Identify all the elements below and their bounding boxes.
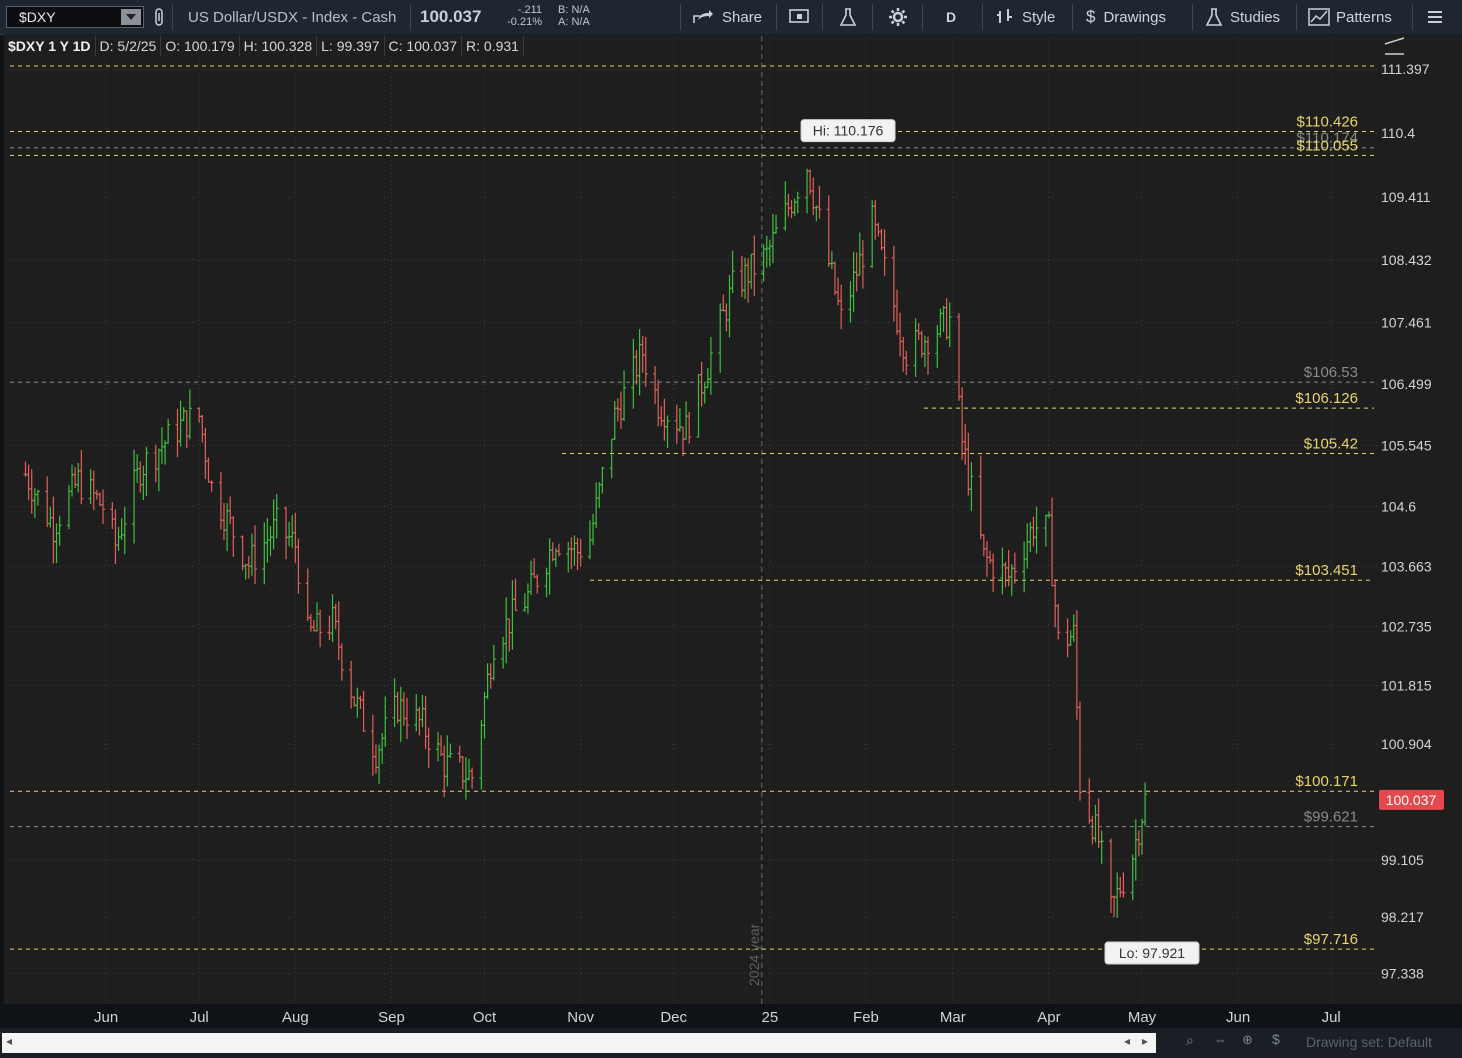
x-tick-label: Mar <box>940 1009 966 1026</box>
link-icon[interactable] <box>152 0 166 34</box>
flask-icon <box>839 8 857 26</box>
info-close: C: 100.037 <box>384 36 463 56</box>
symbol-text: $DXY <box>19 9 56 25</box>
pan-icon[interactable]: ⇔ <box>1214 1032 1227 1047</box>
x-tick-label: Jun <box>1226 1009 1250 1026</box>
zoom-icon[interactable]: ⌕ <box>1186 1032 1194 1049</box>
style-button[interactable]: Style <box>996 0 1055 34</box>
time-scrollbar[interactable] <box>2 1033 1156 1053</box>
info-high: H: 100.328 <box>239 36 318 56</box>
scroll-right-icon[interactable]: ▸ <box>1142 1034 1148 1048</box>
symbol-input[interactable]: $DXY <box>6 6 144 28</box>
ask-value: A: N/A <box>558 16 590 28</box>
chart-area[interactable] <box>4 34 1378 1004</box>
studies-label: Studies <box>1230 8 1281 26</box>
net-change-percent: -0.21% <box>507 16 542 28</box>
patterns-label: Patterns <box>1336 8 1392 26</box>
chart-info-bar: $DXY 1 Y 1D D: 5/2/25 O: 100.179 H: 100.… <box>4 35 524 57</box>
x-tick-label: Jun <box>94 1009 118 1026</box>
grid-layout-button[interactable] <box>788 0 810 34</box>
x-tick-label: Oct <box>473 1009 497 1026</box>
x-tick-label: Dec <box>660 1009 687 1026</box>
share-label: Share <box>722 8 763 26</box>
style-label: Style <box>1022 8 1056 26</box>
flask-icon <box>1205 8 1223 26</box>
drawing-set-label: Drawing set: Default <box>1306 1034 1433 1050</box>
top-toolbar: $DXY US Dollar/USDX - Index - Cash 100.0… <box>0 0 1462 35</box>
x-tick-label: Apr <box>1037 1009 1060 1026</box>
drawings-button[interactable]: $ Drawings <box>1086 0 1166 34</box>
scroll-left-icon[interactable]: ◂ <box>6 1034 12 1048</box>
patterns-button[interactable]: Patterns <box>1308 0 1392 34</box>
x-tick-label: 25 <box>761 1009 778 1026</box>
flask-button[interactable] <box>838 0 858 34</box>
x-tick-label: Nov <box>567 1009 594 1026</box>
drawing-tool-icon[interactable] <box>1382 36 1408 58</box>
share-button[interactable]: Share <box>692 0 762 34</box>
gear-icon <box>889 8 907 26</box>
symbol-description: US Dollar/USDX - Index - Cash <box>188 8 397 26</box>
x-tick-label: May <box>1128 1009 1157 1026</box>
crosshair-icon[interactable]: ⊕ <box>1242 1032 1253 1048</box>
drawings-label: Drawings <box>1103 8 1166 26</box>
info-range: R: 0.931 <box>462 36 524 56</box>
x-tick-label: Jul <box>190 1009 209 1026</box>
settings-button[interactable] <box>888 0 908 34</box>
dollar-icon: $ <box>1086 7 1096 26</box>
info-open: O: 100.179 <box>161 36 240 56</box>
info-date: D: 5/2/25 <box>95 36 162 56</box>
bid-value: B: N/A <box>558 4 590 16</box>
share-icon <box>693 10 713 23</box>
menu-icon <box>1428 11 1442 23</box>
last-price: 100.037 <box>420 7 482 26</box>
x-tick-label: Aug <box>282 1009 309 1026</box>
x-tick-label: Jul <box>1322 1009 1341 1026</box>
studies-button[interactable]: Studies <box>1204 0 1280 34</box>
dollar-icon[interactable]: $ <box>1272 1031 1280 1047</box>
info-low: L: 99.397 <box>317 36 385 56</box>
style-icon <box>997 9 1012 23</box>
patterns-icon <box>1308 8 1330 26</box>
x-tick-label: Sep <box>378 1009 405 1026</box>
net-change: -.211 <box>517 4 542 16</box>
menu-button[interactable] <box>1426 0 1444 34</box>
scroll-left-end-icon[interactable]: ◂ <box>1124 1034 1130 1048</box>
symbol-dropdown-button[interactable] <box>121 9 141 25</box>
x-tick-label: Feb <box>853 1009 879 1026</box>
period-button[interactable]: D <box>946 0 956 34</box>
monitor-icon <box>789 9 809 23</box>
chart-title: $DXY 1 Y 1D <box>4 36 96 56</box>
price-scale[interactable] <box>1378 34 1462 1004</box>
